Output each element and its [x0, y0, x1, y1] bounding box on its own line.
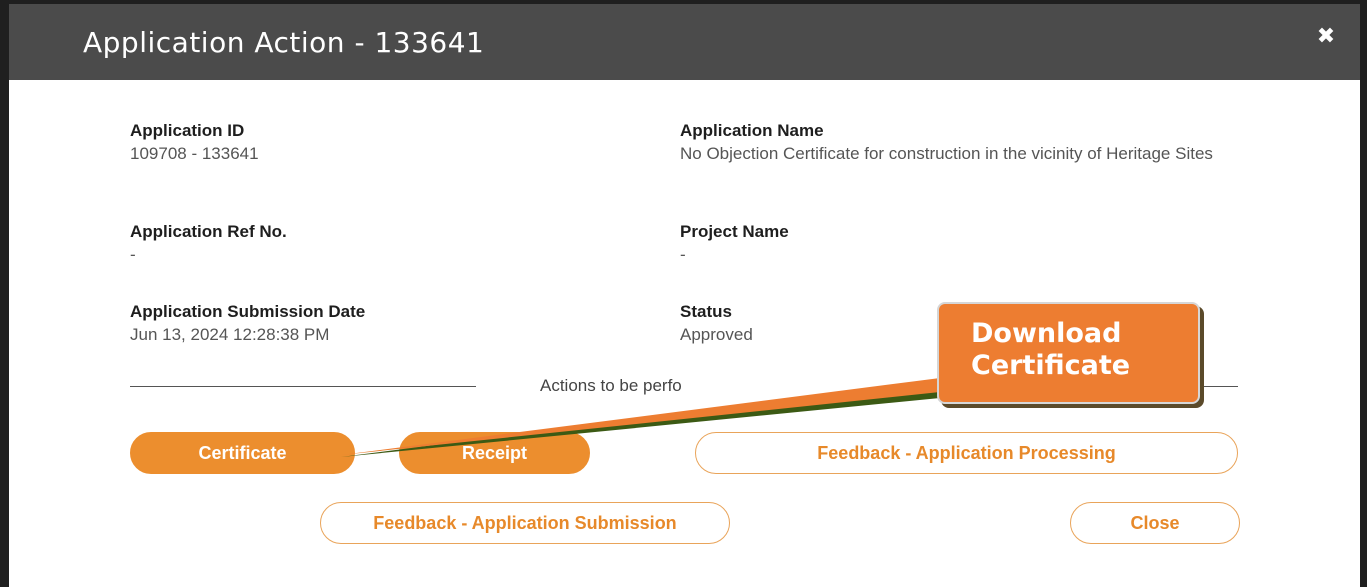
callout-pointer [341, 378, 940, 457]
callout-line-2: Certificate [971, 350, 1131, 381]
download-certificate-callout: Download Certificate [937, 302, 1200, 404]
callout-line-1: Download [971, 318, 1122, 349]
